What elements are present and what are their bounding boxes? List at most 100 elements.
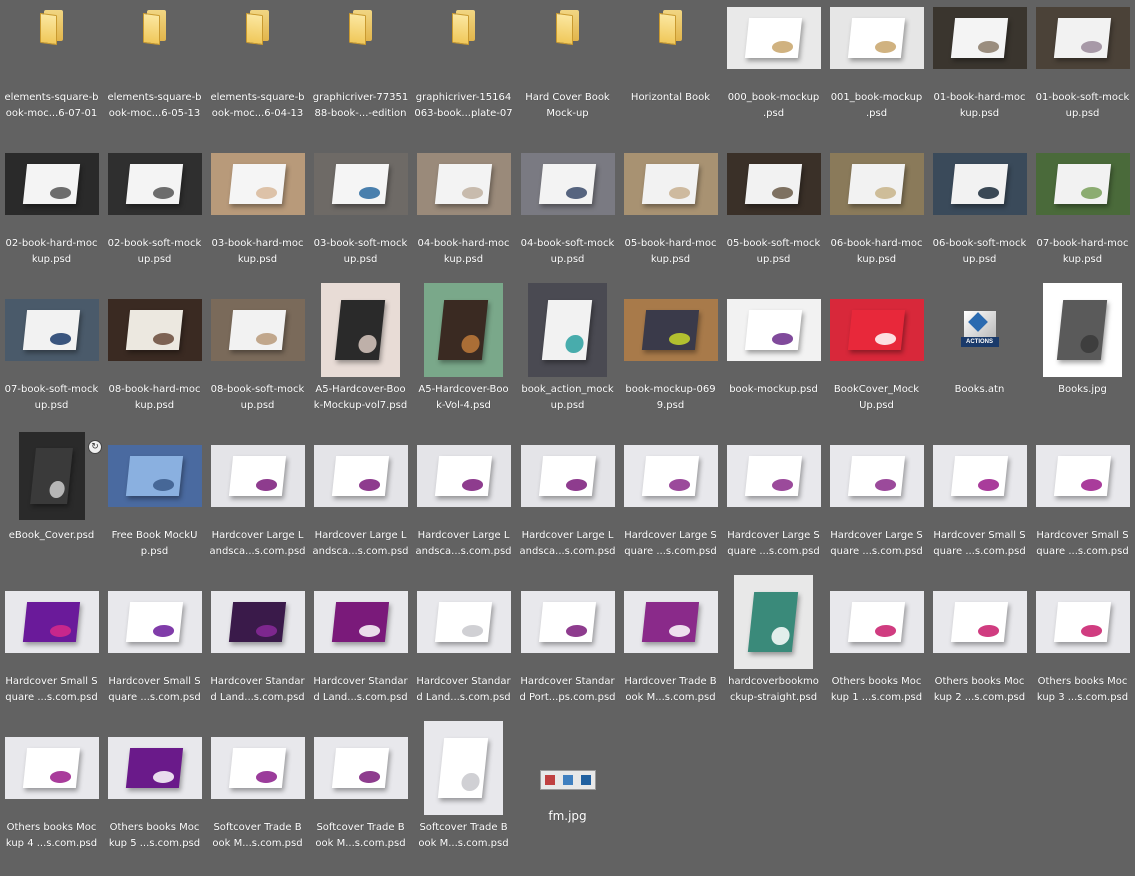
file-item[interactable]: 03-book-soft-mock up.psd (309, 146, 412, 292)
file-item[interactable]: Books.jpg (1031, 283, 1134, 438)
file-item[interactable]: Hard Cover Book Mock-up (516, 0, 619, 146)
file-name-label: 02-book-hard-moc kup.psd (5, 238, 98, 265)
file-item[interactable]: 08-book-soft-mock up.psd (206, 292, 309, 438)
file-item[interactable]: Softcover Trade B ook M...s.com.psd (206, 730, 309, 876)
file-item[interactable]: 001_book-mockup .psd (825, 0, 928, 146)
book-mockup-graphic (745, 164, 802, 204)
file-name-label: Hardcover Large L andsca...s.com.psd (519, 530, 616, 557)
file-item[interactable]: Hardcover Small S quare ...s.com.psd (103, 584, 206, 730)
book-mockup-graphic (229, 748, 286, 788)
file-item[interactable]: ↻ eBook_Cover.psd (0, 432, 103, 584)
image-thumbnail (734, 575, 813, 669)
file-item[interactable]: Hardcover Small S quare ...s.com.psd (0, 584, 103, 730)
book-mockup-graphic (951, 18, 1008, 58)
book-mockup-graphic (435, 602, 492, 642)
file-item[interactable]: 06-book-soft-mock up.psd (928, 146, 1031, 292)
file-item[interactable]: Hardcover Standar d Land...s.com.psd (412, 584, 515, 730)
file-item[interactable]: Hardcover Large L andsca...s.com.psd (516, 438, 619, 584)
file-item[interactable]: Hardcover Small S quare ...s.com.psd (1031, 438, 1134, 584)
file-thumbnail (0, 584, 103, 660)
file-thumbnail (1031, 283, 1134, 377)
file-item[interactable]: Others books Moc kup 3 ...s.com.psd (1031, 584, 1134, 730)
file-name-label: 02-book-soft-mock up.psd (107, 238, 202, 265)
book-mockup-graphic (438, 299, 489, 361)
file-item[interactable]: fm.jpg (516, 730, 619, 876)
file-item[interactable]: A5-Hardcover-Boo k-Mockup-vol7.psd (309, 283, 412, 438)
file-item[interactable]: book-mockup-069 9.psd (619, 292, 722, 438)
file-item[interactable]: 06-book-hard-moc kup.psd (825, 146, 928, 292)
file-thumbnail (0, 146, 103, 222)
book-mockup-graphic (435, 456, 492, 496)
file-item[interactable]: 07-book-soft-mock up.psd (0, 292, 103, 438)
file-thumbnail (309, 730, 412, 806)
file-name-label: Hardcover Small S quare ...s.com.psd (5, 676, 98, 703)
file-item[interactable]: 01-book-hard-moc kup.psd (928, 0, 1031, 146)
book-mockup-graphic (848, 602, 905, 642)
file-item[interactable]: ACTIONS Books.atn (928, 292, 1031, 438)
image-thumbnail (932, 445, 1027, 507)
image-thumbnail (1035, 445, 1130, 507)
file-item[interactable]: Hardcover Standar d Port...ps.com.psd (516, 584, 619, 730)
book-mockup-graphic (848, 18, 905, 58)
file-item[interactable]: Hardcover Standar d Land...s.com.psd (309, 584, 412, 730)
file-item[interactable]: Others books Moc kup 1 ...s.com.psd (825, 584, 928, 730)
file-item[interactable]: Softcover Trade B ook M...s.com.psd (309, 730, 412, 876)
image-thumbnail (726, 445, 821, 507)
file-item[interactable]: 07-book-hard-moc kup.psd (1031, 146, 1134, 292)
file-item[interactable]: book-mockup.psd (722, 292, 825, 438)
image-thumbnail (726, 153, 821, 215)
file-name-label: book-mockup-069 9.psd (625, 384, 716, 411)
image-thumbnail (726, 7, 821, 69)
file-item[interactable]: book_action_mock up.psd (516, 283, 619, 438)
file-item[interactable]: Hardcover Large S quare ...s.com.psd (619, 438, 722, 584)
file-name-label: book-mockup.psd (729, 384, 818, 395)
file-thumbnail (103, 584, 206, 660)
file-item[interactable]: Hardcover Large L andsca...s.com.psd (412, 438, 515, 584)
file-item[interactable]: Horizontal Book (619, 0, 722, 146)
file-item[interactable]: 02-book-hard-moc kup.psd (0, 146, 103, 292)
file-item[interactable]: Others books Moc kup 4 ...s.com.psd (0, 730, 103, 876)
image-thumbnail (528, 283, 607, 377)
file-thumbnail (516, 283, 619, 377)
file-thumbnail (103, 292, 206, 368)
book-mockup-graphic (126, 310, 183, 350)
file-item[interactable]: A5-Hardcover-Boo k-Vol-4.psd (412, 283, 515, 438)
file-item[interactable]: Hardcover Large S quare ...s.com.psd (722, 438, 825, 584)
file-item[interactable]: graphicriver-77351 88-book-...-edition (309, 0, 412, 146)
file-item[interactable]: Others books Moc kup 2 ...s.com.psd (928, 584, 1031, 730)
file-item[interactable]: Hardcover Small S quare ...s.com.psd (928, 438, 1031, 584)
file-thumbnail (412, 438, 515, 514)
book-mockup-graphic (539, 456, 596, 496)
file-item[interactable]: BookCover_Mock Up.psd (825, 292, 928, 438)
file-item[interactable]: 02-book-soft-mock up.psd (103, 146, 206, 292)
file-item[interactable]: graphicriver-15164 063-book...plate-07 (412, 0, 515, 146)
file-thumbnail (928, 438, 1031, 514)
file-name-label: book_action_mock up.psd (521, 384, 614, 411)
file-item[interactable]: elements-square-b ook-moc...6-04-13 (206, 0, 309, 146)
file-thumbnail (928, 584, 1031, 660)
file-item[interactable]: 000_book-mockup .psd (722, 0, 825, 146)
file-item[interactable]: Softcover Trade B ook M...s.com.psd (412, 721, 515, 876)
file-item[interactable]: Hardcover Standar d Land...s.com.psd (206, 584, 309, 730)
file-item[interactable]: 04-book-soft-mock up.psd (516, 146, 619, 292)
file-item[interactable]: Hardcover Large L andsca...s.com.psd (206, 438, 309, 584)
file-thumbnail (619, 584, 722, 660)
file-item[interactable]: Free Book MockU p.psd (103, 438, 206, 584)
file-name-label: elements-square-b ook-moc...6-07-01 (4, 92, 99, 119)
file-item[interactable]: Others books Moc kup 5 ...s.com.psd (103, 730, 206, 876)
book-mockup-graphic (1054, 456, 1111, 496)
file-item[interactable]: 05-book-soft-mock up.psd (722, 146, 825, 292)
file-name-label: Softcover Trade B ook M...s.com.psd (315, 822, 406, 849)
file-item[interactable]: hardcoverbookmo ckup-straight.psd (722, 575, 825, 730)
file-item[interactable]: Hardcover Large S quare ...s.com.psd (825, 438, 928, 584)
file-item[interactable]: Hardcover Large L andsca...s.com.psd (309, 438, 412, 584)
file-item[interactable]: elements-square-b ook-moc...6-07-01 (0, 0, 103, 146)
file-item[interactable]: Hardcover Trade B ook M...s.com.psd (619, 584, 722, 730)
file-item[interactable]: 03-book-hard-moc kup.psd (206, 146, 309, 292)
file-item[interactable]: 05-book-hard-moc kup.psd (619, 146, 722, 292)
file-item[interactable]: elements-square-b ook-moc...6-05-13 (103, 0, 206, 146)
file-item[interactable]: 08-book-hard-moc kup.psd (103, 292, 206, 438)
file-item[interactable]: 04-book-hard-moc kup.psd (412, 146, 515, 292)
image-thumbnail (726, 299, 821, 361)
file-item[interactable]: 01-book-soft-mock up.psd (1031, 0, 1134, 146)
